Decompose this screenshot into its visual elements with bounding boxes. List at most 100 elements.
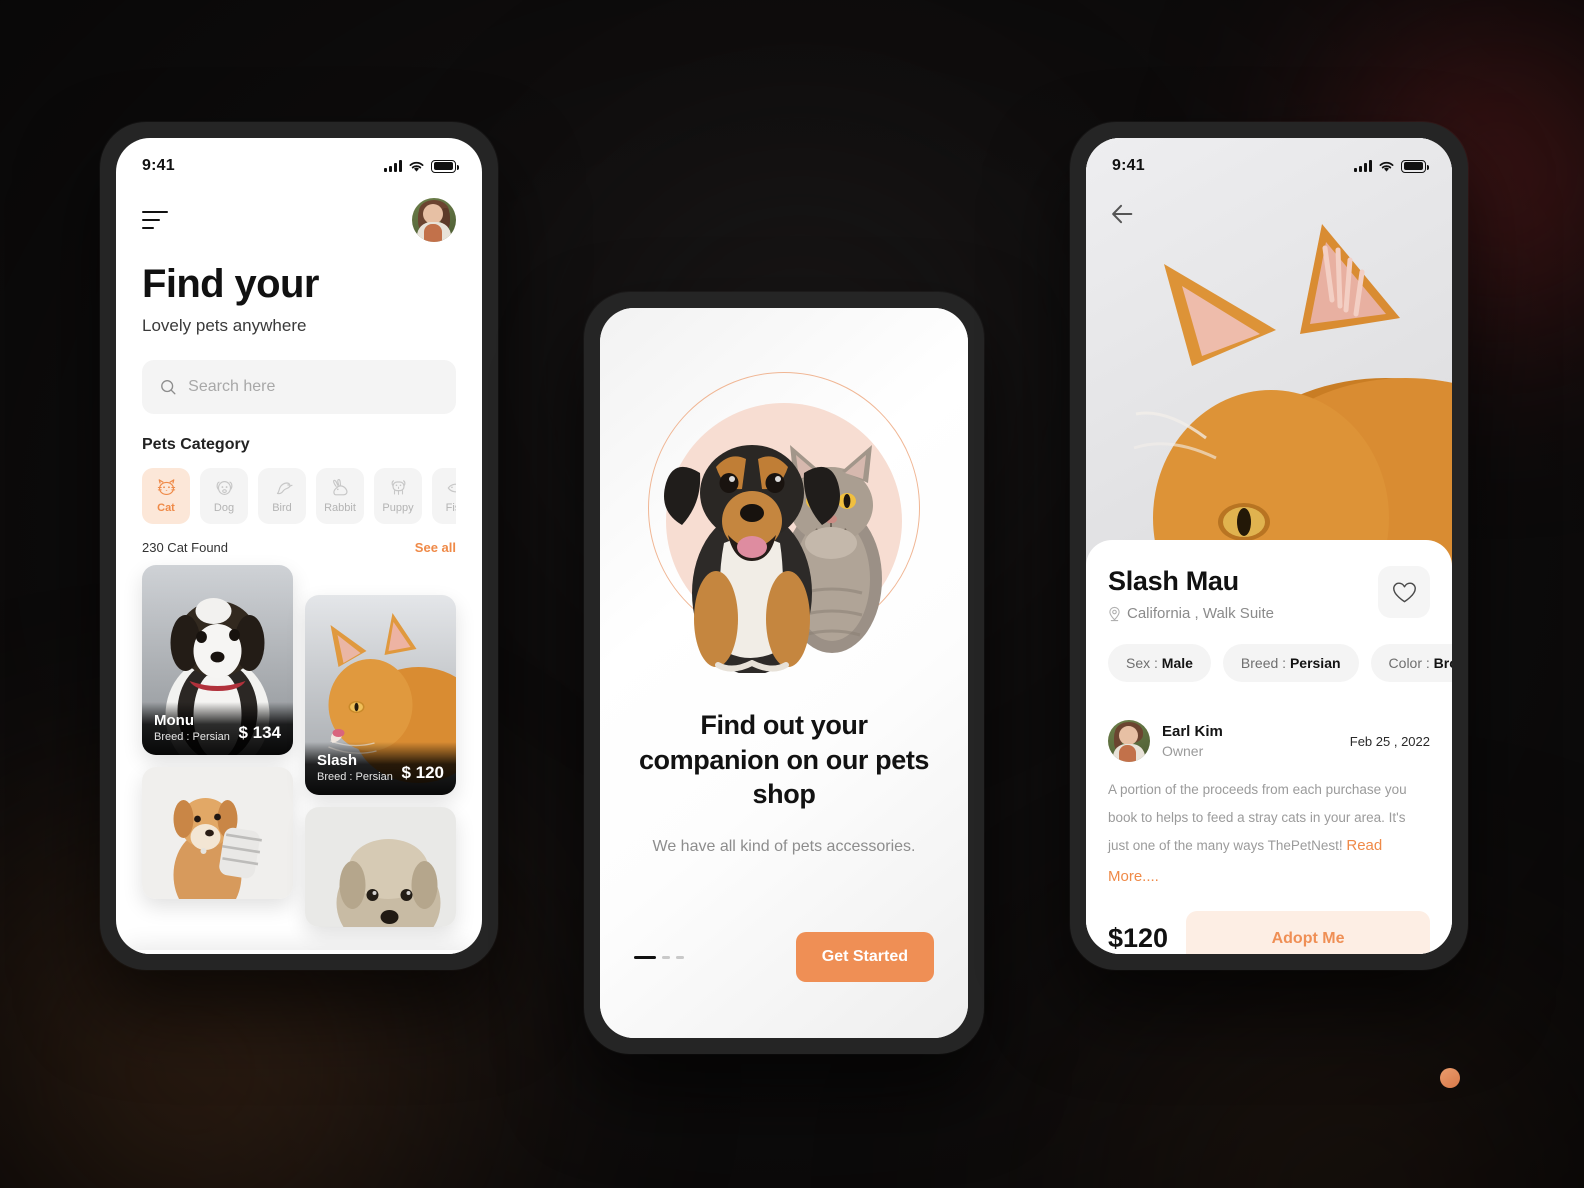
- pagination-dot-active[interactable]: [634, 955, 656, 959]
- onboarding-body: Find out your companion on our pets shop…: [600, 308, 968, 1038]
- pets-category-heading: Pets Category: [142, 436, 250, 453]
- attribute-chip-breed: Breed : Persian: [1222, 644, 1359, 682]
- pet-description: A portion of the proceeds from each purc…: [1108, 776, 1430, 893]
- get-started-button[interactable]: Get Started: [795, 932, 934, 982]
- onboarding-copy: Find out your companion on our pets shop…: [600, 708, 968, 856]
- status-icons: [1354, 159, 1429, 173]
- phone-mockup-detail: 9:41 Slash Mau California , Walk Suite S…: [1070, 122, 1468, 970]
- attribute-value: Persian: [1289, 655, 1341, 671]
- location-text: California , Walk Suite: [1127, 605, 1274, 622]
- dog-and-cat-illustration: [664, 445, 882, 673]
- category-label: Rabbit: [324, 502, 356, 514]
- category-label: Cat: [157, 502, 175, 514]
- heart-icon: [1392, 581, 1416, 602]
- onboarding-heading: Find out your companion on our pets shop: [638, 710, 930, 810]
- pagination-dot[interactable]: [676, 955, 684, 959]
- attribute-value: Brown: [1433, 655, 1452, 671]
- bird-icon: [276, 482, 293, 495]
- category-item-puppy[interactable]: Puppy: [374, 468, 422, 524]
- search-icon: [161, 380, 176, 395]
- puppy-icon: [391, 480, 405, 495]
- pet-breed: Breed : Persian: [317, 771, 393, 783]
- pet-detail-name: Slash Mau: [1108, 566, 1239, 596]
- pet-name: Monu: [154, 712, 194, 729]
- category-label: Puppy: [382, 502, 414, 514]
- status-time: 9:41: [142, 157, 175, 174]
- avatar[interactable]: [412, 198, 456, 242]
- pet-price: $ 120: [401, 763, 444, 782]
- category-item-dog[interactable]: Dog: [200, 468, 248, 524]
- detail-footer: $120 Adopt Me: [1108, 893, 1430, 954]
- pet-card-extra-dog[interactable]: [142, 767, 293, 899]
- category-label: Dog: [213, 502, 235, 514]
- category-item-bird[interactable]: Bird: [258, 468, 306, 524]
- pets-category-list[interactable]: Cat Dog Bird Rabbit Puppy Fi: [142, 468, 456, 524]
- category-label: Bird: [272, 502, 292, 514]
- pet-card-slash[interactable]: Slash Breed : Persian $ 120: [305, 595, 456, 795]
- status-bar: 9:41: [1086, 138, 1452, 184]
- attribute-key: Sex :: [1126, 655, 1158, 671]
- pet-grid: Monu Breed : Persian $ 134 Slash Breed:…: [142, 565, 456, 927]
- pet-attribute-chips: Sex : Male Breed : Persian Color : Brown: [1108, 644, 1452, 682]
- arrow-left-icon[interactable]: [1108, 200, 1136, 228]
- corner-accent-dot: [1440, 1068, 1460, 1088]
- results-count: 230 Cat Found: [142, 540, 229, 555]
- status-time: 9:41: [1112, 157, 1145, 174]
- listing-date: Feb 25 , 2022: [1349, 733, 1430, 749]
- category-item-fish[interactable]: Fish: [432, 468, 456, 524]
- hamburger-icon[interactable]: [142, 211, 168, 229]
- search-input[interactable]: [188, 378, 438, 396]
- attribute-key: Breed :: [1240, 655, 1287, 671]
- phone1-screen: 9:41 Find your Lovely pets anywhere Sear…: [116, 138, 482, 954]
- wifi-icon: [409, 161, 424, 172]
- pet-card-monu[interactable]: Monu Breed : Persian $ 134: [142, 565, 293, 755]
- onboarding-subheading: We have all kind of pets accessories.: [652, 837, 916, 855]
- dog-icon: [216, 481, 232, 495]
- battery-icon: [1401, 159, 1429, 173]
- category-item-cat[interactable]: Cat: [142, 468, 190, 524]
- favorite-button[interactable]: [1378, 566, 1430, 618]
- attribute-chip-color: Color : Brown: [1370, 644, 1452, 682]
- detail-body: 9:41 Slash Mau California , Walk Suite S…: [1086, 138, 1452, 954]
- pet-card-caption: Slash Breed : Persian $ 120: [305, 742, 456, 795]
- category-label: Fish: [445, 502, 456, 514]
- signal-icon: [384, 160, 402, 172]
- attribute-value: Male: [1161, 655, 1193, 671]
- fish-icon: [447, 483, 456, 493]
- pet-photo: [305, 807, 456, 927]
- attribute-key: Color :: [1388, 655, 1430, 671]
- see-all-link[interactable]: See all: [415, 540, 456, 555]
- onboarding-hero: [600, 308, 968, 708]
- pet-name: Slash: [317, 752, 358, 769]
- detail-price: $120: [1108, 923, 1169, 954]
- pagination-dot[interactable]: [662, 955, 670, 959]
- phone-mockup-onboarding: Find out your companion on our pets shop…: [584, 292, 984, 1054]
- battery-icon: [431, 159, 459, 173]
- adopt-me-button[interactable]: Adopt Me: [1186, 910, 1430, 954]
- home-body: Find your Lovely pets anywhere Pets Cate…: [116, 198, 482, 954]
- detail-sheet: Slash Mau California , Walk Suite Sex: …: [1086, 540, 1452, 954]
- results-header: 230 Cat Found See all: [142, 540, 456, 555]
- onboarding-footer: Get Started: [634, 932, 934, 982]
- page-title: Find your: [142, 262, 319, 306]
- pet-price: $ 134: [238, 723, 281, 742]
- pet-breed: Breed : Persian: [154, 731, 230, 743]
- owner-avatar: [1108, 720, 1150, 762]
- cat-icon: [157, 479, 175, 496]
- phone2-screen: Find out your companion on our pets shop…: [600, 308, 968, 1038]
- status-icons: [384, 159, 459, 173]
- attribute-chip-sex: Sex : Male: [1108, 644, 1211, 682]
- pet-grid-column-left: Monu Breed : Persian $ 134: [142, 565, 293, 927]
- rabbit-icon: [332, 478, 348, 496]
- pet-grid-column-right: Slash Breed : Persian $ 120: [305, 565, 456, 927]
- phone-mockup-home: 9:41 Find your Lovely pets anywhere Sear…: [100, 122, 498, 970]
- category-item-rabbit[interactable]: Rabbit: [316, 468, 364, 524]
- pin-icon: [1109, 606, 1120, 621]
- detail-title-row: Slash Mau California , Walk Suite: [1108, 566, 1430, 622]
- owner-role: Owner: [1162, 743, 1204, 759]
- search-bar[interactable]: [142, 360, 456, 414]
- pet-card-extra-terrier[interactable]: [305, 807, 456, 927]
- pagination-dots[interactable]: [634, 955, 684, 959]
- pet-card-caption: Monu Breed : Persian $ 134: [142, 702, 293, 755]
- pet-photo: [142, 767, 293, 899]
